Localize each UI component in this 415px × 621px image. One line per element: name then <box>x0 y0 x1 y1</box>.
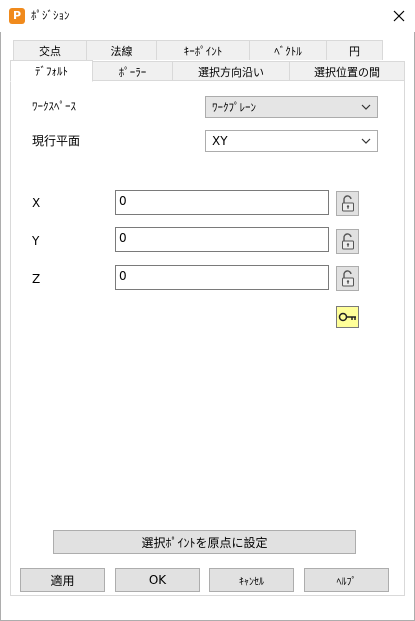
tab-along-direction[interactable]: 選択方向沿い <box>172 61 290 82</box>
workspace-select[interactable]: ﾜｰｸﾌﾟﾚｰﾝ <box>205 96 378 118</box>
workspace-value: ﾜｰｸﾌﾟﾚｰﾝ <box>212 101 256 114</box>
set-origin-button[interactable]: 選択ﾎﾟｲﾝﾄを原点に設定 <box>53 530 356 554</box>
chevron-down-icon <box>361 138 371 144</box>
tab-polar[interactable]: ﾎﾟｰﾗｰ <box>92 61 173 82</box>
x-lock-button[interactable] <box>336 191 359 216</box>
z-label: Z <box>32 272 41 286</box>
unlock-icon <box>341 195 354 212</box>
cancel-button[interactable]: ｷｬﾝｾﾙ <box>209 568 294 592</box>
plane-label: 現行平面 <box>32 134 81 148</box>
tab-keypoint[interactable]: ｷｰﾎﾟｲﾝﾄ <box>156 40 250 60</box>
workspace-label: ﾜｰｸｽﾍﾟｰｽ <box>32 100 76 113</box>
close-button[interactable] <box>388 5 410 27</box>
z-input[interactable]: 0 <box>115 265 329 290</box>
tab-intersection[interactable]: 交点 <box>13 40 87 60</box>
app-icon: P <box>9 8 25 24</box>
y-label: Y <box>32 234 40 248</box>
unlock-icon <box>341 233 354 250</box>
ok-button[interactable]: OK <box>115 568 200 592</box>
tab-default[interactable]: ﾃﾞﾌｫﾙﾄ <box>10 60 93 82</box>
tab-panel <box>10 80 405 596</box>
close-icon <box>393 10 405 22</box>
y-lock-button[interactable] <box>336 229 359 254</box>
chevron-down-icon <box>361 104 371 110</box>
key-icon <box>338 312 356 322</box>
window-title: ﾎﾟｼﾞｼｮﾝ <box>31 9 70 22</box>
tab-between-positions[interactable]: 選択位置の間 <box>289 61 405 82</box>
plane-value: XY <box>212 134 228 148</box>
x-label: X <box>32 196 41 210</box>
tab-vector[interactable]: ﾍﾞｸﾄﾙ <box>249 40 327 60</box>
x-input[interactable]: 0 <box>115 190 329 215</box>
apply-button[interactable]: 適用 <box>20 568 105 592</box>
tab-circle[interactable]: 円 <box>326 40 383 60</box>
z-lock-button[interactable] <box>336 266 359 291</box>
help-button[interactable]: ﾍﾙﾌﾟ <box>304 568 389 592</box>
key-button[interactable] <box>336 306 359 328</box>
tab-normal[interactable]: 法線 <box>86 40 157 60</box>
unlock-icon <box>341 270 354 287</box>
plane-select[interactable]: XY <box>205 130 378 152</box>
y-input[interactable]: 0 <box>115 227 329 252</box>
